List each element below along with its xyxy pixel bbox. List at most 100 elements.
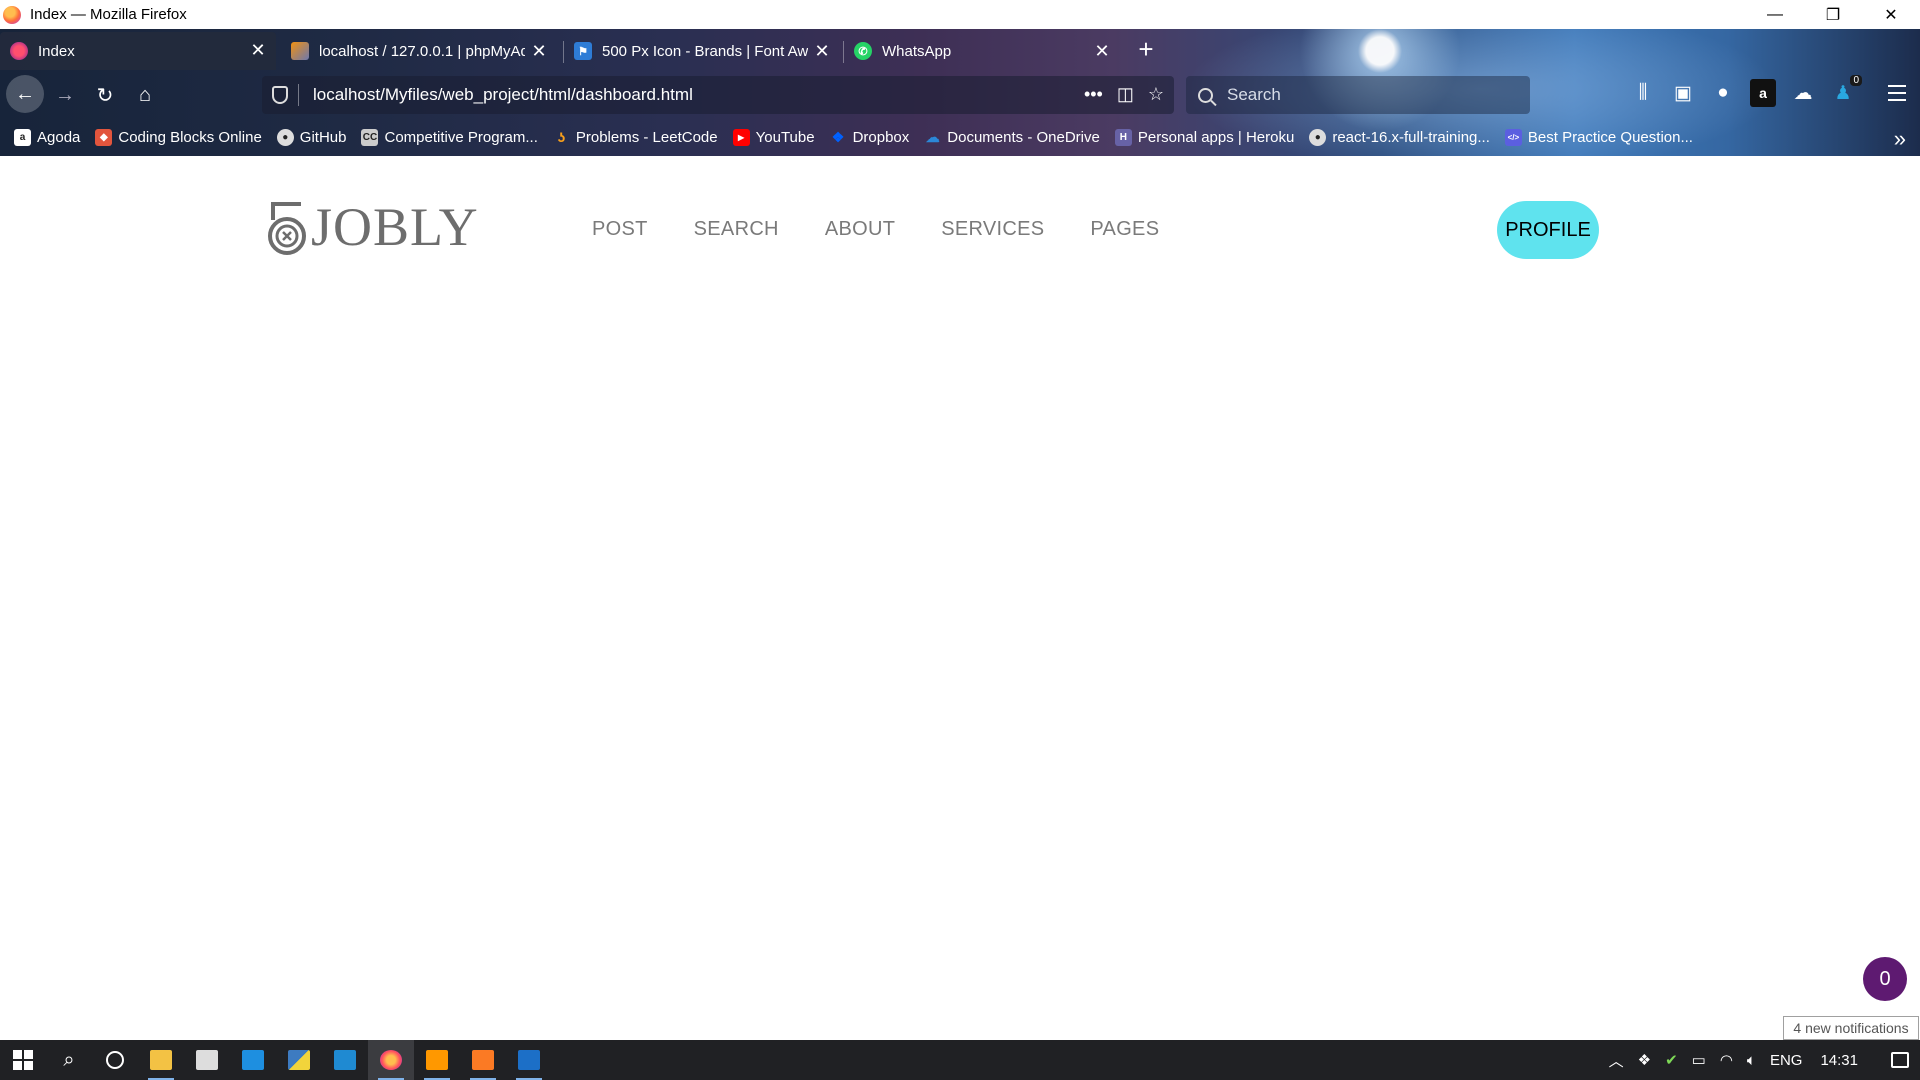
profile-button[interactable]: PROFILE [1497, 201, 1599, 259]
phpmyadmin-icon [291, 42, 309, 60]
wifi-icon[interactable]: ◠ [1720, 1051, 1733, 1069]
site-logo[interactable]: JOBLY [261, 196, 479, 258]
url-text[interactable]: localhost/Myfiles/web_project/html/dashb… [313, 85, 693, 105]
hamburger-menu-icon[interactable] [1888, 85, 1906, 106]
bookmark-youtube[interactable]: ▶ YouTube [732, 128, 815, 146]
tab-whatsapp[interactable]: ✆ WhatsApp ✕ [844, 33, 1120, 69]
dropbox-tray-icon[interactable]: ❖ [1638, 1051, 1651, 1069]
page-actions-more-icon[interactable]: ••• [1084, 84, 1103, 105]
chevron-up-icon[interactable]: ︿ [1609, 1050, 1624, 1071]
code-icon: </> [1504, 128, 1522, 146]
bookmark-label: Personal apps | Heroku [1137, 128, 1295, 146]
arrow-left-icon: ← [15, 82, 35, 105]
home-icon: ⌂ [138, 83, 152, 106]
pocket-icon[interactable]: ◫ [1117, 84, 1134, 105]
extension-badge: 0 [1850, 75, 1862, 86]
sidebar-icon[interactable]: ▣ [1670, 79, 1696, 107]
close-tab-icon[interactable]: ✕ [248, 40, 268, 60]
tab-label: 500 Px Icon - Brands | Font Awesome [602, 42, 808, 60]
clock[interactable]: 14:31 [1820, 1052, 1858, 1069]
sync-tray-icon[interactable]: ✔ [1665, 1051, 1678, 1069]
cortana-button[interactable] [92, 1040, 138, 1080]
bookmark-react-training[interactable]: ● react-16.x-full-training... [1309, 128, 1490, 146]
system-tray: ︿ ❖ ✔ ▭ ◠ 🔈︎ ENG 14:31 [1609, 1040, 1920, 1080]
reload-button[interactable]: ↻ [88, 78, 122, 112]
restore-button[interactable]: ❐ [1804, 0, 1862, 29]
leetcode-icon: ʖ [557, 129, 566, 145]
nav-pages[interactable]: PAGES [1090, 218, 1159, 241]
bookmark-label: Documents - OneDrive [947, 128, 1100, 146]
window-title: Index — Mozilla Firefox [30, 6, 187, 23]
back-button[interactable]: ← [6, 75, 44, 113]
close-window-button[interactable]: ✕ [1862, 0, 1920, 29]
tab-strip: Index ✕ localhost / 127.0.0.1 | phpMyAdm… [0, 29, 1920, 71]
bookmark-heroku[interactable]: H Personal apps | Heroku [1114, 128, 1295, 146]
window-controls: — ❐ ✕ [1746, 0, 1920, 29]
bookmark-leetcode[interactable]: ʖ Problems - LeetCode [553, 128, 718, 146]
sublime-text-button[interactable] [414, 1040, 460, 1080]
address-bar[interactable]: localhost/Myfiles/web_project/html/dashb… [262, 76, 1174, 249]
nav-search[interactable]: SEARCH [694, 218, 779, 241]
action-center-button[interactable] [1880, 1040, 1920, 1080]
taskbar-search-button[interactable]: ⌕ [46, 1040, 92, 1080]
cloud-extension-icon[interactable]: ☁ [1790, 79, 1816, 107]
close-tab-icon[interactable]: ✕ [529, 41, 549, 61]
tab-phpmyadmin[interactable]: localhost / 127.0.0.1 | phpMyAdmin ✕ [281, 33, 557, 69]
tab-index[interactable]: Index ✕ [0, 32, 276, 70]
close-tab-icon[interactable]: ✕ [812, 41, 832, 61]
window-titlebar: Index — Mozilla Firefox — ❐ ✕ [0, 0, 1920, 29]
minimize-button[interactable]: — [1746, 0, 1804, 29]
chevron-double-right-icon[interactable]: » [1894, 126, 1906, 152]
github-icon: ● [276, 128, 294, 146]
bookmark-star-icon[interactable]: ☆ [1148, 84, 1164, 105]
notification-extension-icon[interactable]: ♟ 0 [1830, 75, 1862, 107]
windows-start-button[interactable] [0, 1040, 46, 1080]
battery-icon[interactable]: ▭ [1692, 1051, 1706, 1069]
bookmark-github[interactable]: ● GitHub [276, 128, 346, 146]
home-button[interactable]: ⌂ [128, 78, 162, 112]
jobly-logo-icon [268, 202, 306, 255]
onedrive-icon: ☁ [925, 128, 940, 145]
python-idle-button[interactable] [276, 1040, 322, 1080]
xampp-button[interactable] [460, 1040, 506, 1080]
bookmark-label: Coding Blocks Online [118, 128, 262, 146]
font-awesome-flag-icon: ⚑ [574, 42, 592, 60]
firefox-taskbar-button[interactable] [368, 1040, 414, 1080]
account-icon[interactable]: ● [1710, 79, 1736, 107]
bookmark-competitive-programming[interactable]: CC Competitive Program... [361, 128, 538, 146]
forward-button[interactable]: → [48, 78, 82, 112]
vscode-button[interactable] [322, 1040, 368, 1080]
photos-button[interactable] [506, 1040, 552, 1080]
bookmark-coding-blocks[interactable]: ◆ Coding Blocks Online [95, 128, 262, 146]
bookmark-best-practice[interactable]: </> Best Practice Question... [1504, 128, 1693, 146]
store-button[interactable] [184, 1040, 230, 1080]
tab-font-awesome[interactable]: ⚑ 500 Px Icon - Brands | Font Awesome ✕ [564, 33, 840, 69]
bookmark-label: YouTube [755, 128, 815, 146]
chat-widget-button[interactable]: 0 [1863, 957, 1907, 1001]
library-icon[interactable]: ⫼ [1630, 79, 1656, 107]
file-explorer-icon [150, 1050, 172, 1070]
bookmark-onedrive[interactable]: ☁ Documents - OneDrive [924, 129, 1100, 146]
bookmark-agoda[interactable]: a Agoda [14, 128, 80, 146]
whatsapp-icon: ✆ [854, 42, 872, 60]
file-explorer-button[interactable] [138, 1040, 184, 1080]
close-tab-icon[interactable]: ✕ [1092, 41, 1112, 61]
language-indicator[interactable]: ENG [1770, 1052, 1803, 1069]
cortana-icon [106, 1051, 124, 1069]
search-bar[interactable]: Search [1186, 76, 1530, 114]
tab-label: WhatsApp [882, 42, 952, 60]
nav-services[interactable]: SERVICES [941, 218, 1044, 241]
tracking-protection-shield-icon[interactable] [272, 86, 288, 104]
bookmark-dropbox[interactable]: ❖ Dropbox [830, 128, 909, 146]
bookmark-label: Problems - LeetCode [575, 128, 718, 146]
search-icon: ⌕ [63, 1048, 75, 1071]
new-tab-button[interactable]: + [1132, 36, 1160, 64]
dropbox-icon: ❖ [831, 128, 845, 145]
store-icon [196, 1050, 218, 1070]
volume-icon[interactable]: 🔈︎ [1747, 1052, 1756, 1069]
mail-button[interactable] [230, 1040, 276, 1080]
xampp-icon [472, 1050, 494, 1070]
nav-post[interactable]: POST [592, 218, 648, 241]
nav-about[interactable]: ABOUT [825, 218, 895, 241]
amazon-extension-icon[interactable]: a [1750, 79, 1776, 107]
